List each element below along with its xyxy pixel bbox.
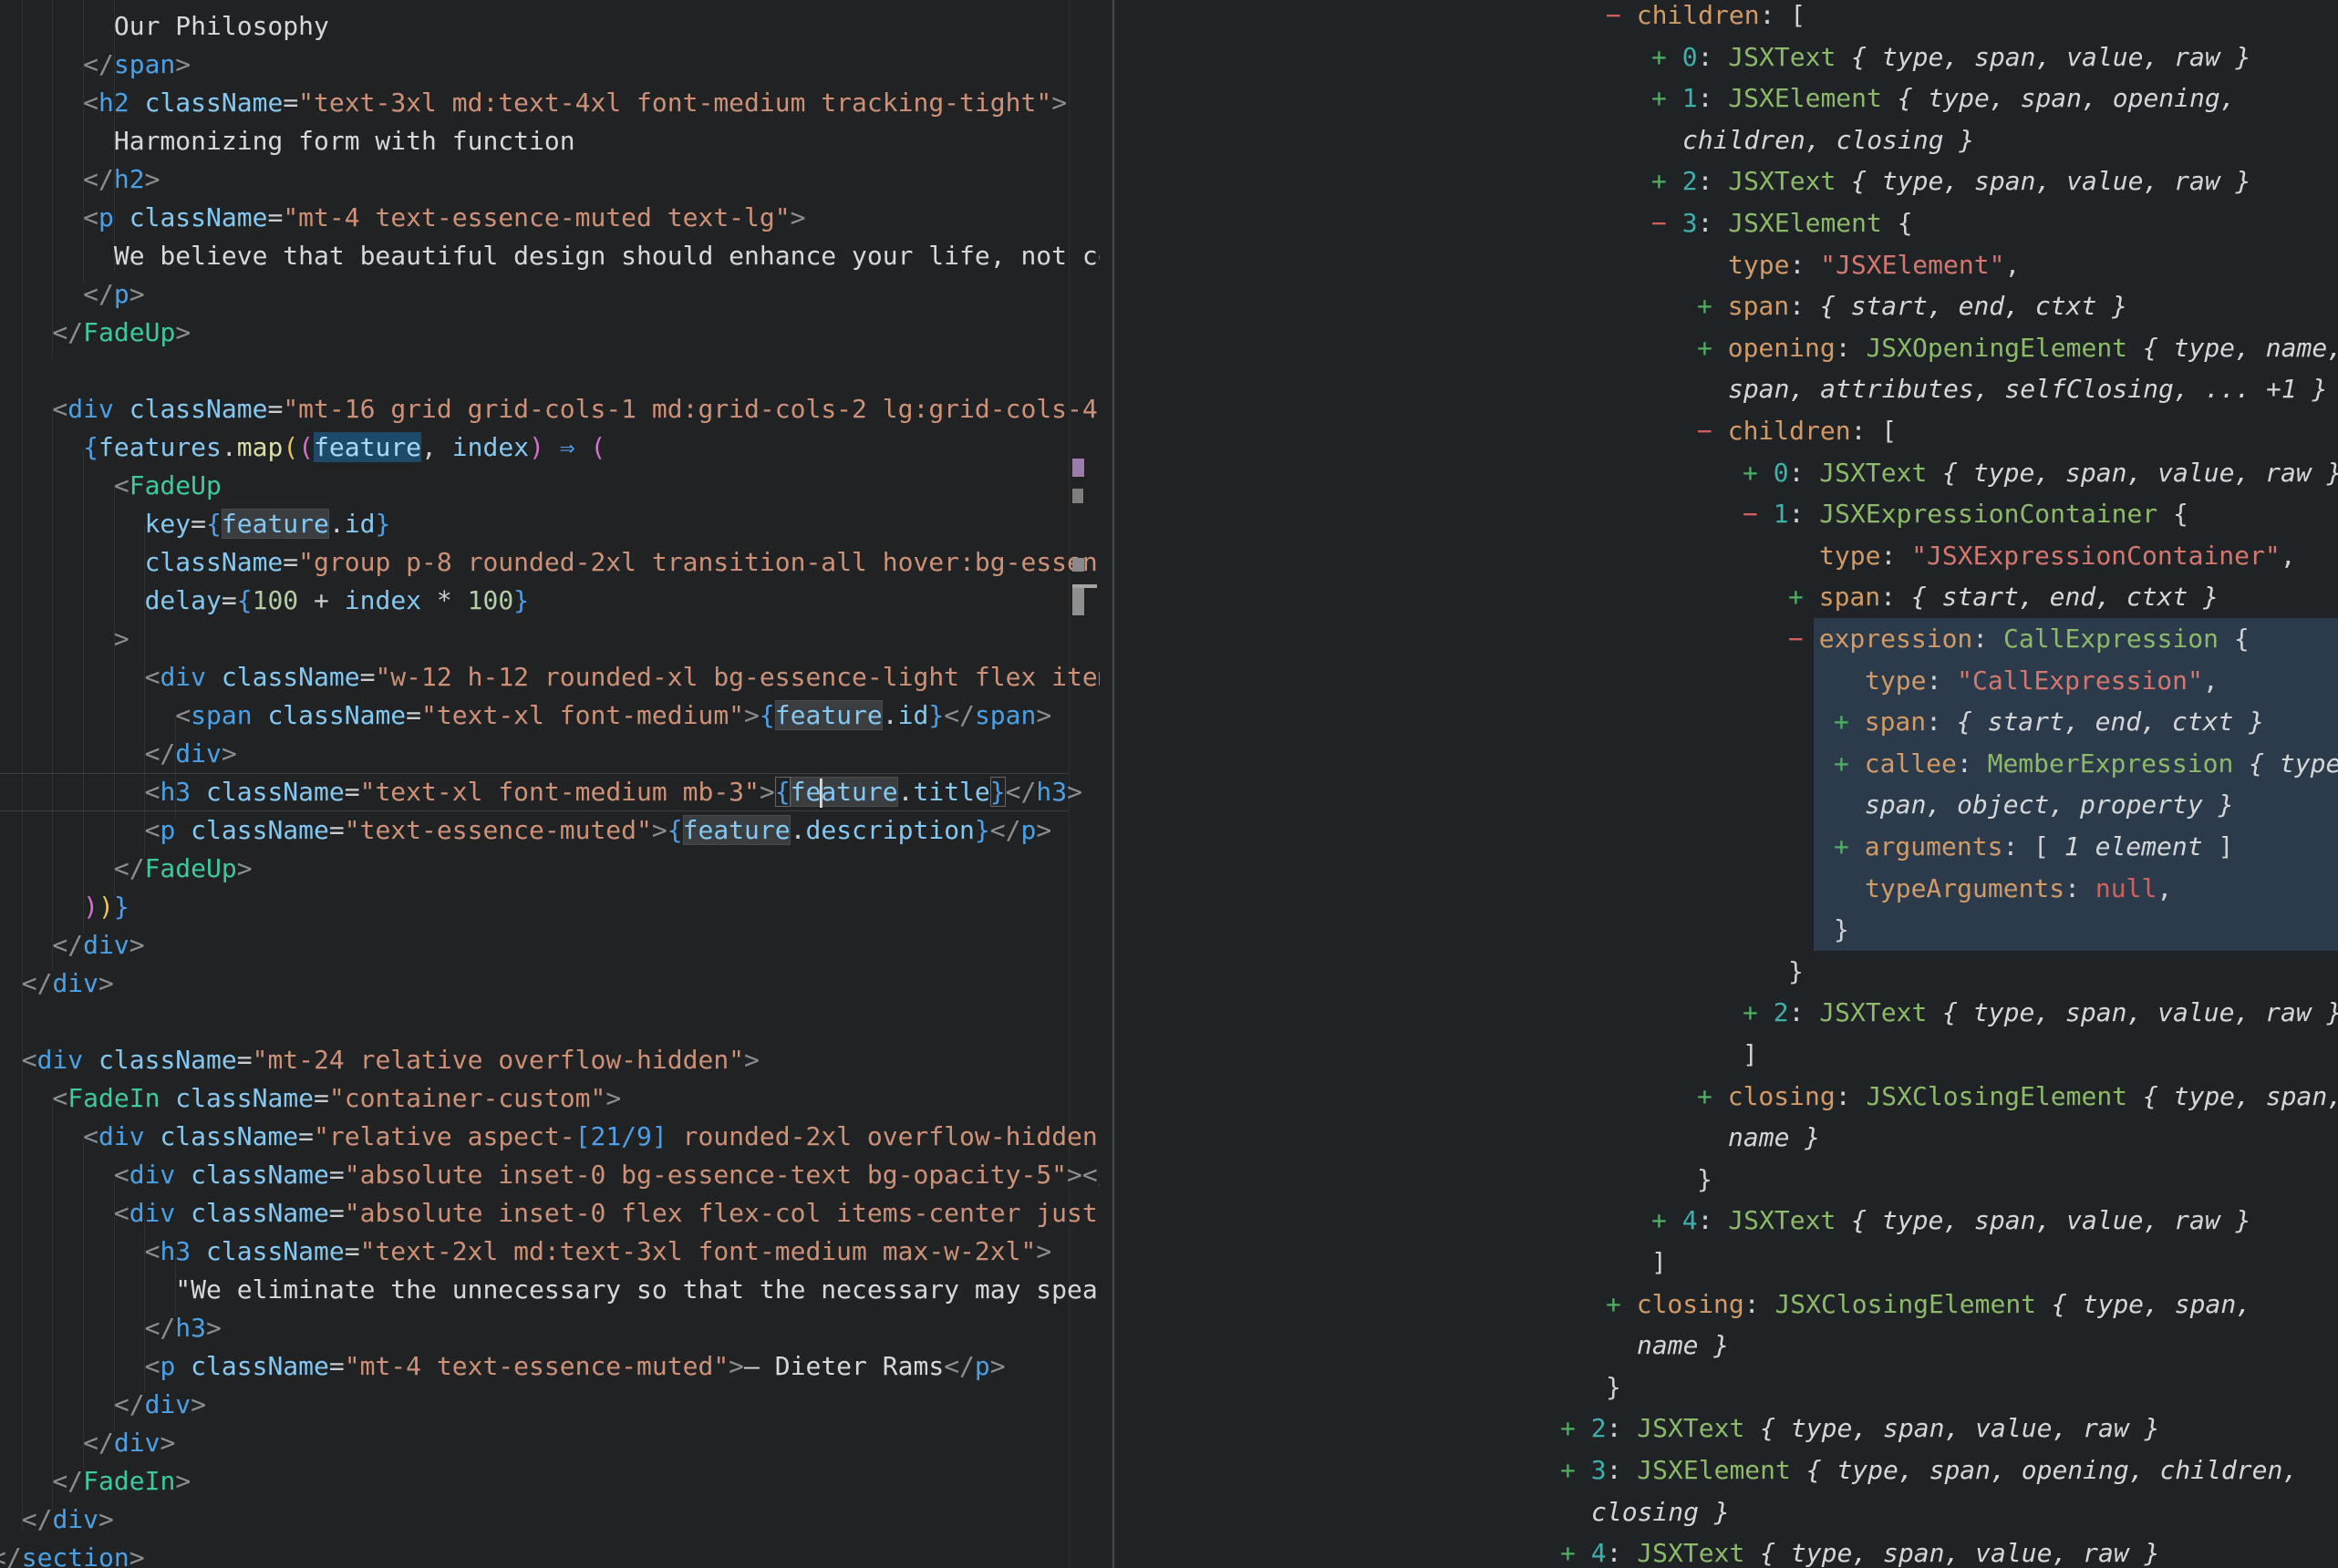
code-line[interactable]: Our Philosophy [0, 7, 1100, 46]
ast-row[interactable]: + callee: MemberExpression { type, [1834, 743, 2338, 785]
code-line[interactable]: <div className="w-12 h-12 rounded-xl bg-… [0, 658, 1100, 696]
code-line[interactable]: "We eliminate the unnecessary so that th… [0, 1271, 1100, 1309]
ast-row[interactable]: name } [1637, 1325, 1729, 1367]
ruler-decoration-mark [1072, 588, 1084, 615]
ast-row[interactable]: + 2: JSXText { type, span, value, raw } [1651, 160, 2250, 202]
code-line[interactable]: </FadeUp> [0, 850, 1100, 888]
code-line[interactable]: ))} [0, 888, 1100, 926]
code-line[interactable]: <h2 className="text-3xl md:text-4xl font… [0, 84, 1100, 122]
ast-row[interactable]: } [1606, 1367, 1621, 1408]
ast-row[interactable]: + closing: JSXClosingElement { type, spa… [1606, 1284, 2251, 1326]
ast-row[interactable]: type: "CallExpression", [1865, 660, 2219, 702]
ast-row[interactable]: + 0: JSXText { type, span, value, raw } [1743, 452, 2338, 494]
code-line[interactable]: delay={100 + index * 100} [0, 582, 1100, 620]
ast-tree-panel[interactable]: − children: [+ 0: JSXText { type, span, … [1114, 0, 2338, 1568]
code-line[interactable]: </p> [0, 275, 1100, 314]
code-line[interactable]: <FadeUp [0, 467, 1100, 505]
code-line[interactable]: <p className="mt-4 text-essence-muted">—… [0, 1347, 1100, 1386]
code-line[interactable]: > [0, 620, 1100, 658]
ast-row[interactable]: + span: { start, end, ctxt } [1697, 285, 2127, 327]
code-line[interactable]: <p className="mt-4 text-essence-muted te… [0, 199, 1100, 237]
code-line[interactable]: </FadeUp> [0, 314, 1100, 352]
code-line[interactable]: </div> [0, 965, 1100, 1003]
code-line[interactable]: </FadeIn> [0, 1462, 1100, 1501]
ast-row[interactable]: + closing: JSXClosingElement { type, spa… [1697, 1076, 2338, 1118]
code-line[interactable]: </section> [0, 1539, 1100, 1568]
ast-row[interactable]: − children: [ [1606, 0, 1805, 36]
ast-row[interactable]: name } [1728, 1117, 1820, 1159]
ast-row[interactable]: type: "JSXExpressionContainer", [1819, 535, 2296, 577]
ast-row[interactable]: } [1834, 909, 1849, 951]
ruler-decoration-mark [1072, 489, 1083, 503]
code-line[interactable]: className="group p-8 rounded-2xl transit… [0, 543, 1100, 582]
code-line[interactable]: </div> [0, 1501, 1100, 1539]
code-line[interactable]: <FadeIn className="container-custom"> [0, 1079, 1100, 1118]
ast-row[interactable]: + arguments: [ 1 element ] [1834, 826, 2233, 868]
code-line[interactable]: {features.map((feature, index) ⇒ ( [0, 428, 1100, 467]
ast-row[interactable]: closing } [1591, 1491, 1730, 1533]
ast-row[interactable]: + 0: JSXText { type, span, value, raw } [1651, 36, 2250, 78]
ast-row[interactable]: + opening: JSXOpeningElement { type, nam… [1697, 327, 2338, 369]
code-line[interactable] [0, 1003, 1100, 1041]
code-line[interactable]: Harmonizing form with function [0, 122, 1100, 160]
code-line[interactable]: <div className="relative aspect-[21/9] r… [0, 1118, 1100, 1156]
ast-row[interactable]: − expression: CallExpression { [1788, 618, 2250, 660]
code-line[interactable] [0, 352, 1100, 390]
ast-row[interactable]: children, closing } [1682, 119, 1974, 161]
code-line[interactable]: <div className="mt-16 grid grid-cols-1 m… [0, 390, 1100, 428]
ast-row[interactable]: typeArguments: null, [1865, 868, 2172, 910]
ast-row[interactable]: − children: [ [1697, 410, 1897, 452]
code-line[interactable]: <p className="text-essence-muted">{featu… [0, 811, 1100, 850]
ast-row[interactable]: + 2: JSXText { type, span, value, raw } [1560, 1408, 2159, 1449]
ruler-decoration-mark [1072, 459, 1084, 477]
ast-row[interactable]: + 2: JSXText { type, span, value, raw } [1743, 992, 2338, 1034]
code-line[interactable]: We believe that beautiful design should … [0, 237, 1100, 275]
code-line[interactable]: <div className="absolute inset-0 bg-esse… [0, 1156, 1100, 1194]
ast-row[interactable]: ] [1651, 1242, 1667, 1284]
code-line[interactable]: </div> [0, 1424, 1100, 1462]
ruler-decoration-mark [1072, 558, 1084, 572]
ast-row[interactable]: ] [1743, 1034, 1758, 1076]
overview-ruler[interactable] [1069, 0, 1070, 1568]
code-editor-with-ast-explorer: Our Philosophy </span> <h2 className="te… [0, 0, 2338, 1568]
code-line[interactable]: <div className="absolute inset-0 flex fl… [0, 1194, 1100, 1233]
code-line[interactable]: </div> [0, 1386, 1100, 1424]
code-line[interactable]: </div> [0, 735, 1100, 773]
ast-row[interactable]: − 1: JSXExpressionContainer { [1743, 493, 2188, 535]
code-line[interactable]: <h3 className="text-xl font-medium mb-3"… [0, 773, 1100, 811]
source-code-lines: Our Philosophy </span> <h2 className="te… [0, 0, 1100, 1568]
code-line[interactable]: </div> [0, 926, 1100, 965]
ast-row[interactable]: + 4: JSXText { type, span, value, raw } [1560, 1532, 2159, 1568]
ast-row[interactable]: − 3: JSXElement { [1651, 202, 1913, 244]
code-line[interactable]: key={feature.id} [0, 505, 1100, 543]
source-code-panel[interactable]: Our Philosophy </span> <h2 className="te… [0, 0, 1112, 1568]
ast-row[interactable]: + 4: JSXText { type, span, value, raw } [1651, 1200, 2250, 1242]
ast-row[interactable]: + span: { start, end, ctxt } [1788, 576, 2219, 618]
code-line[interactable]: <span className="text-xl font-medium">{f… [0, 696, 1100, 735]
ast-row[interactable]: span, object, property } [1865, 784, 2234, 826]
ast-row[interactable]: + 3: JSXElement { type, span, opening, c… [1560, 1449, 2298, 1491]
ast-row[interactable]: span, attributes, selfClosing, ... +1 } [1728, 368, 2327, 410]
ast-row[interactable]: + span: { start, end, ctxt } [1834, 701, 2264, 743]
code-line[interactable]: <h3 className="text-2xl md:text-3xl font… [0, 1233, 1100, 1271]
ast-row[interactable]: } [1697, 1159, 1712, 1201]
ast-row[interactable]: + 1: JSXElement { type, span, opening, [1651, 77, 2236, 119]
ast-row[interactable]: type: "JSXElement", [1728, 244, 2020, 286]
code-line[interactable]: </h2> [0, 160, 1100, 199]
code-line[interactable]: </span> [0, 46, 1100, 84]
ast-row[interactable]: } [1788, 951, 1804, 993]
code-line[interactable]: <div className="mt-24 relative overflow-… [0, 1041, 1100, 1079]
code-line[interactable]: </h3> [0, 1309, 1100, 1347]
